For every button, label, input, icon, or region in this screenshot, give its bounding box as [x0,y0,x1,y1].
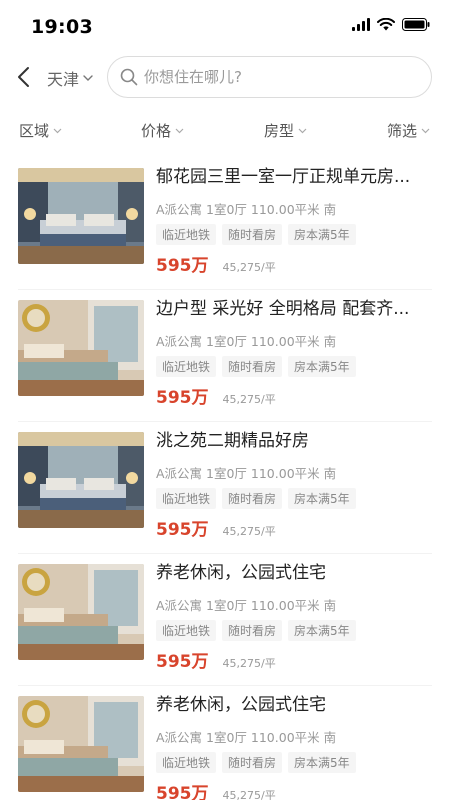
listing-tags: 临近地铁 随时看房 房本满5年 [156,488,434,509]
tag: 随时看房 [222,620,283,641]
cellular-signal-icon [352,18,370,31]
listing-tags: 临近地铁 随时看房 房本满5年 [156,620,434,641]
filter-label: 房型 [264,122,295,140]
tag: 临近地铁 [156,224,217,245]
listing-meta: A派公寓 1室0厅 110.00平米 南 [156,730,337,745]
tag: 房本满5年 [288,224,356,245]
listing-tags: 临近地铁 随时看房 房本满5年 [156,752,434,773]
listing-meta: A派公寓 1室0厅 110.00平米 南 [156,466,337,481]
city-selector[interactable]: 天津 [47,66,93,90]
listing-meta: A派公寓 1室0厅 110.00平米 南 [156,598,337,613]
listing-item[interactable]: 养老休闲，公园式住宅 A派公寓 1室0厅 110.00平米 南 临近地铁 随时看… [18,554,432,686]
tag: 房本满5年 [288,488,356,509]
tag: 房本满5年 [288,356,356,377]
chevron-down-icon [53,128,62,133]
listing-meta: A派公寓 1室0厅 110.00平米 南 [156,334,337,349]
battery-icon [402,18,430,31]
listing-tags: 临近地铁 随时看房 房本满5年 [156,224,434,245]
tag: 临近地铁 [156,356,217,377]
tag: 随时看房 [222,356,283,377]
tag: 房本满5年 [288,620,356,641]
listing-price: 595万 [156,784,209,800]
filter-more[interactable]: 筛选 [387,120,430,141]
status-time: 19:03 [31,16,93,38]
chevron-down-icon [83,74,93,81]
tag: 临近地铁 [156,488,217,509]
filter-room-type[interactable]: 房型 [264,120,307,141]
search-input[interactable] [144,68,394,86]
bedroom-photo [18,432,144,528]
tag: 随时看房 [222,752,283,773]
tag: 房本满5年 [288,752,356,773]
filter-label: 区域 [19,122,50,140]
filter-label: 筛选 [387,122,418,140]
status-bar: 19:03 [0,0,450,52]
status-icons [352,18,430,31]
city-label: 天津 [47,70,80,89]
listing-item[interactable]: 洮之苑二期精品好房 A派公寓 1室0厅 110.00平米 南 临近地铁 随时看房… [18,422,432,554]
tag: 临近地铁 [156,752,217,773]
listing-unit-price: 45,275/平 [222,789,276,800]
search-icon [120,68,138,86]
listing-price: 595万 [156,388,209,408]
listing-title: 养老休闲，公园式住宅 [156,563,326,583]
bedroom-photo [18,696,144,792]
listing-unit-price: 45,275/平 [222,261,276,274]
listing-item[interactable]: 郁花园三里一室一厅正规单元房... A派公寓 1室0厅 110.00平米 南 临… [18,158,432,290]
wifi-icon [377,18,395,31]
listing-item[interactable]: 边户型 采光好 全明格局 配套齐... A派公寓 1室0厅 110.00平米 南… [18,290,432,422]
listing-title: 边户型 采光好 全明格局 配套齐... [156,299,410,319]
listing-price: 595万 [156,652,209,672]
filter-label: 价格 [141,122,172,140]
listing-unit-price: 45,275/平 [222,525,276,538]
listing-list: 郁花园三里一室一厅正规单元房... A派公寓 1室0厅 110.00平米 南 临… [0,158,450,800]
search-header: 天津 [0,52,450,102]
filter-bar: 区域 价格 房型 筛选 [0,112,450,152]
filter-price[interactable]: 价格 [141,120,184,141]
listing-unit-price: 45,275/平 [222,393,276,406]
filter-area[interactable]: 区域 [19,120,62,141]
listing-unit-price: 45,275/平 [222,657,276,670]
chevron-down-icon [175,128,184,133]
search-box[interactable] [107,56,432,98]
tag: 随时看房 [222,488,283,509]
bedroom-photo [18,168,144,264]
listing-item[interactable]: 养老休闲，公园式住宅 A派公寓 1室0厅 110.00平米 南 临近地铁 随时看… [18,686,432,800]
listing-price: 595万 [156,256,209,276]
tag: 临近地铁 [156,620,217,641]
listing-tags: 临近地铁 随时看房 房本满5年 [156,356,434,377]
chevron-down-icon [421,128,430,133]
listing-title: 养老休闲，公园式住宅 [156,695,326,715]
bedroom-photo [18,564,144,660]
listing-title: 郁花园三里一室一厅正规单元房... [156,167,411,187]
tag: 随时看房 [222,224,283,245]
bedroom-photo [18,300,144,396]
listing-price: 595万 [156,520,209,540]
back-arrow-icon[interactable] [14,65,34,89]
listing-meta: A派公寓 1室0厅 110.00平米 南 [156,202,337,217]
listing-title: 洮之苑二期精品好房 [156,431,309,451]
chevron-down-icon [298,128,307,133]
